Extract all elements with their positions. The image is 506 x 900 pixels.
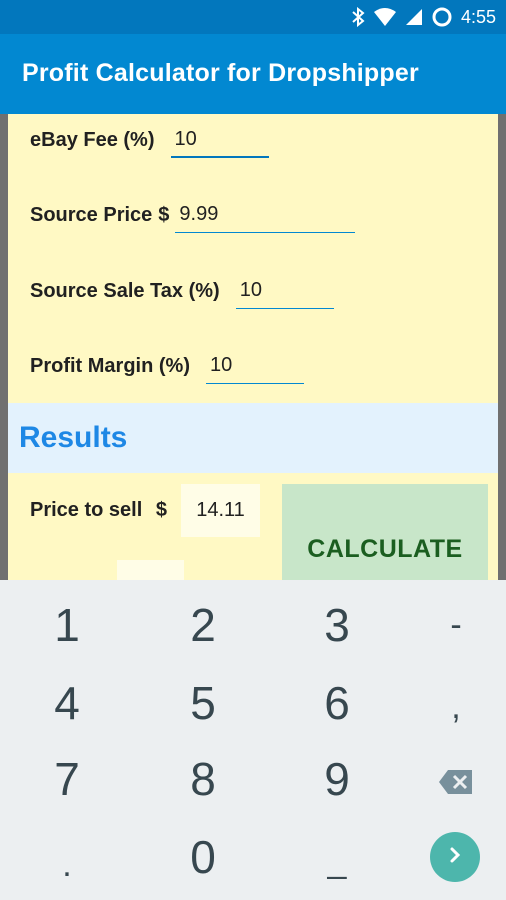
key-minus[interactable]: - (396, 590, 506, 660)
profit-margin-row: Profit Margin (%) (30, 344, 304, 384)
key-8[interactable]: 8 (143, 744, 263, 814)
status-time: 4:55 (460, 6, 496, 27)
price-to-sell-currency: $ (155, 499, 167, 521)
wifi-icon (373, 7, 397, 27)
price-to-sell-value: 14.11 (181, 484, 260, 537)
key-3[interactable]: 3 (277, 590, 397, 660)
key-6[interactable]: 6 (277, 668, 397, 738)
price-to-sell-text: Price to sell (30, 499, 143, 521)
partially-hidden-result-box (117, 560, 184, 580)
status-bar: 4:55 (0, 0, 506, 34)
key-5[interactable]: 5 (143, 668, 263, 738)
calculate-button[interactable]: CALCULATE (282, 484, 488, 580)
backspace-icon (438, 752, 474, 806)
signal-icon (405, 7, 423, 27)
results-title: Results (19, 421, 128, 454)
ebay-fee-label: eBay Fee (%) (30, 129, 155, 151)
app-title: Profit Calculator for Dropshipper (22, 59, 419, 87)
results-header: Results (8, 403, 498, 473)
key-2[interactable]: 2 (143, 590, 263, 660)
numeric-keyboard: 1 2 3 - 4 5 6 , 7 8 9 . 0 _ (0, 580, 506, 900)
source-price-row: Source Price $ (30, 193, 356, 233)
source-tax-row: Source Sale Tax (%) (30, 269, 334, 309)
source-price-currency: $ (158, 204, 170, 226)
profit-margin-label: Profit Margin (%) (30, 355, 190, 377)
source-tax-label: Source Sale Tax (%) (30, 280, 220, 302)
key-dot[interactable]: . (7, 830, 127, 900)
key-4[interactable]: 4 (7, 668, 127, 738)
profit-margin-input[interactable] (206, 352, 304, 384)
key-comma[interactable]: , (396, 672, 506, 742)
source-tax-input[interactable] (235, 277, 334, 309)
bluetooth-icon (351, 7, 365, 27)
backspace-key[interactable] (396, 744, 506, 814)
key-underscore[interactable]: _ (277, 826, 397, 896)
key-1[interactable]: 1 (7, 590, 127, 660)
ebay-fee-input[interactable] (170, 126, 269, 158)
key-9[interactable]: 9 (277, 744, 397, 814)
status-icons: 4:55 (351, 6, 496, 28)
battery-saver-icon (431, 6, 453, 28)
source-price-input[interactable] (175, 201, 356, 233)
app-bar: Profit Calculator for Dropshipper (0, 34, 506, 114)
key-7[interactable]: 7 (7, 744, 127, 814)
price-to-sell-label: Price to sell $ (30, 499, 167, 522)
ebay-fee-row: eBay Fee (%) (30, 118, 269, 158)
chevron-right-icon (445, 845, 465, 870)
go-button[interactable] (430, 832, 480, 882)
source-price-label: Source Price (30, 204, 153, 226)
key-0[interactable]: 0 (143, 822, 263, 892)
calculator-form: eBay Fee (%) Source Price $ Source Sale … (8, 114, 498, 580)
